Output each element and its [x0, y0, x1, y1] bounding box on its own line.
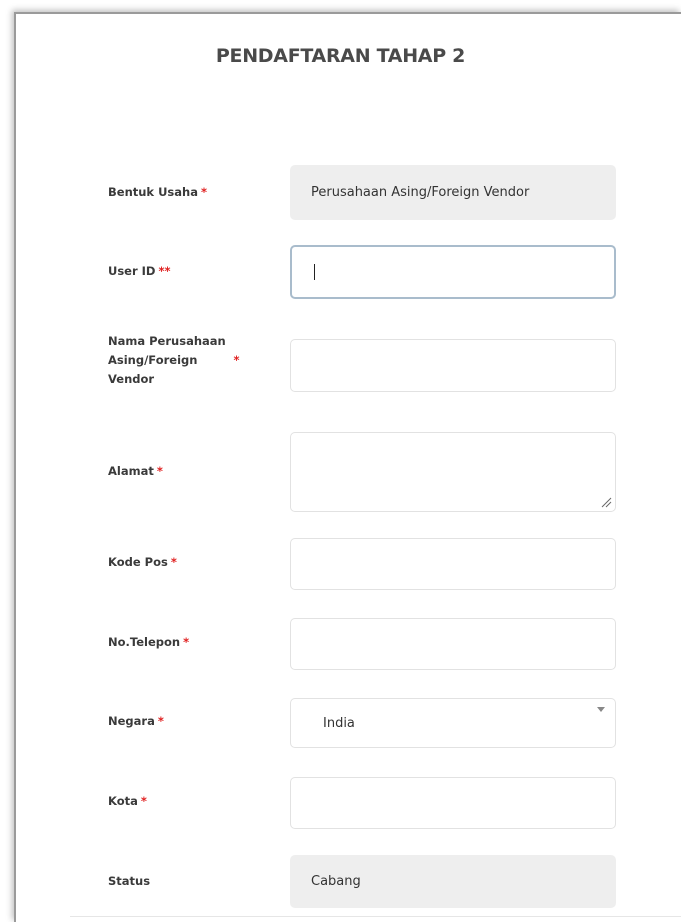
label-no-telepon-text: No.Telepon: [108, 635, 181, 649]
label-status-text: Status: [108, 874, 151, 888]
user-id-input[interactable]: [290, 245, 616, 299]
label-bentuk-usaha-text: Bentuk Usaha: [108, 185, 198, 199]
chevron-down-icon: [597, 707, 605, 712]
page-title: PENDAFTARAN TAHAP 2: [215, 45, 466, 67]
label-nama-perusahaan-line2: Asing/Foreign *: [108, 351, 239, 370]
resize-handle-icon[interactable]: [600, 496, 612, 508]
required-mark: *: [183, 635, 190, 649]
label-kota-text: Kota: [108, 794, 138, 808]
label-alamat: Alamat *: [108, 462, 163, 481]
label-user-id: User ID **: [108, 262, 171, 281]
required-mark: *: [170, 555, 177, 569]
status-field: Cabang: [290, 855, 616, 908]
status-value: Cabang: [311, 874, 361, 889]
label-status: Status: [108, 872, 150, 891]
required-mark: *: [140, 794, 147, 808]
required-mark: *: [156, 464, 163, 478]
label-nama-perusahaan: Nama Perusahaan Asing/Foreign * Vendor: [108, 332, 239, 389]
required-mark: *: [157, 714, 164, 728]
negara-value: India: [323, 715, 355, 731]
label-kode-pos-text: Kode Pos: [108, 555, 168, 569]
label-nama-perusahaan-line1: Nama Perusahaan: [108, 334, 226, 348]
required-mark: *: [233, 353, 240, 367]
bentuk-usaha-value: Perusahaan Asing/Foreign Vendor: [311, 185, 530, 200]
label-negara: Negara *: [108, 712, 164, 731]
label-alamat-text: Alamat: [108, 464, 154, 478]
label-kota: Kota *: [108, 792, 147, 811]
nama-perusahaan-input[interactable]: [290, 339, 616, 392]
label-user-id-text: User ID: [108, 264, 156, 278]
label-negara-text: Negara: [108, 714, 155, 728]
divider: [70, 916, 681, 917]
label-nama-perusahaan-line3: Vendor: [108, 372, 155, 386]
text-cursor: [314, 264, 315, 280]
label-bentuk-usaha: Bentuk Usaha *: [108, 183, 207, 202]
alamat-textarea[interactable]: [290, 432, 616, 512]
negara-select[interactable]: India: [290, 698, 616, 748]
label-no-telepon: No.Telepon *: [108, 633, 189, 652]
label-kode-pos: Kode Pos *: [108, 553, 177, 572]
kota-input[interactable]: [290, 777, 616, 829]
label-nama-perusahaan-line2-text: Asing/Foreign: [108, 353, 198, 367]
no-telepon-input[interactable]: [290, 618, 616, 670]
double-required-mark: **: [158, 264, 171, 278]
required-mark: *: [200, 185, 207, 199]
bentuk-usaha-field: Perusahaan Asing/Foreign Vendor: [290, 165, 616, 220]
kode-pos-input[interactable]: [290, 538, 616, 590]
